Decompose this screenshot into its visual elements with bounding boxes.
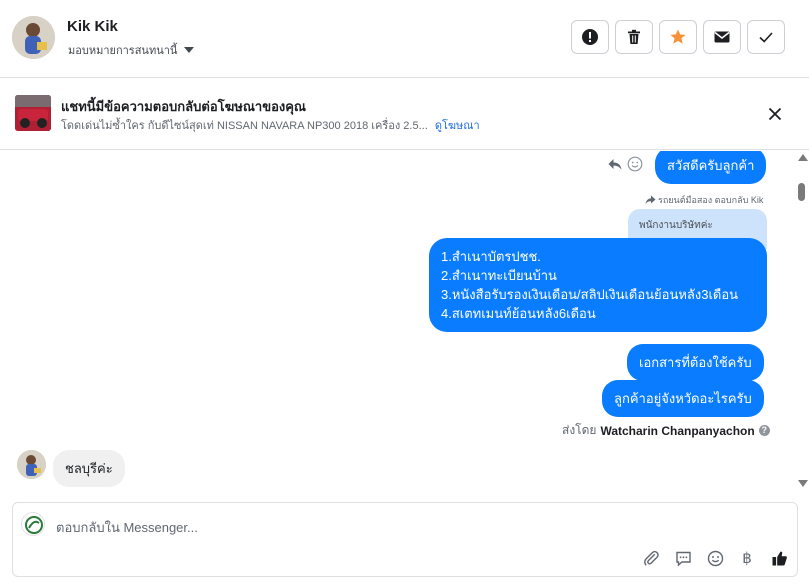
thumbs-up-icon [772, 551, 787, 565]
trash-icon [628, 29, 640, 44]
conversation-header: Kik Kik มอบหมายการสนทนานี้ [0, 0, 809, 78]
sent-by-line: ส่งโดย Watcharin Chanpanyachon ? [562, 421, 770, 440]
sender-name: Watcharin Chanpanyachon [600, 423, 755, 438]
ad-banner-title: แชทนี้มีข้อความตอบกลับต่อโฆษณาของคุณ [61, 99, 306, 114]
alert-icon [582, 29, 598, 45]
message-scrollbar[interactable] [795, 151, 809, 493]
star-icon [670, 29, 686, 44]
customer-avatar[interactable] [17, 450, 46, 479]
document-line: 4.สเตทเมนท์ย้อนหลัง6เดือน [441, 306, 596, 321]
help-icon[interactable]: ? [758, 425, 770, 436]
caret-down-icon [184, 47, 195, 53]
payment-button[interactable]: ฿ [735, 547, 759, 569]
mark-spam-button[interactable] [571, 20, 609, 54]
envelope-icon [714, 31, 730, 43]
message-actions [607, 156, 643, 172]
sent-by-label: ส่งโดย [562, 423, 597, 437]
documents-message-bubble[interactable]: 1.สำเนาบัตรปชช. 2.สำเนาทะเบียนบ้าน 3.หนั… [429, 238, 767, 332]
delete-button[interactable] [615, 20, 653, 54]
scroll-up-arrow-icon[interactable] [798, 154, 808, 161]
assign-label: มอบหมายการสนทนานี้ [68, 45, 178, 57]
contact-avatar[interactable] [12, 16, 55, 59]
reply-arrow-icon [645, 195, 656, 204]
star-button[interactable] [659, 20, 697, 54]
scroll-down-arrow-icon[interactable] [798, 480, 808, 487]
message-bubble-greeting[interactable]: สวัสดีครับลูกค้า [655, 151, 767, 184]
document-line: 1.สำเนาบัตรปชช. [441, 249, 541, 264]
message-thread[interactable]: สวัสดีครับลูกค้า รถยนต์มือสอง ตอบกลับ Ki… [0, 151, 809, 493]
ad-thumbnail[interactable] [15, 95, 51, 131]
reply-context-note: รถยนต์มือสอง ตอบกลับ Kik [645, 193, 763, 207]
like-button[interactable] [767, 547, 791, 569]
view-ad-link[interactable]: ดูโฆษณา [435, 120, 480, 132]
message-bubble-customer-reply[interactable]: ชลบุรีค่ะ [53, 450, 125, 487]
message-bubble-province[interactable]: ลูกค้าอยู่จังหวัดอะไรครับ [602, 380, 764, 417]
attach-icon [643, 550, 659, 566]
document-line: 2.สำเนาทะเบียนบ้าน [441, 268, 557, 283]
check-icon [759, 32, 773, 43]
saved-reply-icon [675, 551, 691, 567]
document-line: 3.หนังสือรับรองเงินเดือน/สลิปเงินเดือนย้… [441, 287, 739, 302]
baht-icon: ฿ [742, 549, 752, 567]
message-input[interactable]: ตอบกลับใน Messenger... [56, 517, 656, 538]
ad-description: โดดเด่นไม่ซ้ำใคร กับดีไซน์สุดเท่ NISSAN … [61, 120, 428, 132]
emoji-icon [707, 550, 723, 566]
contact-name[interactable]: Kik Kik [67, 18, 118, 35]
assign-conversation-dropdown[interactable]: มอบหมายการสนทนานี้ [68, 41, 195, 59]
saved-replies-button[interactable] [671, 547, 695, 569]
close-icon [768, 107, 782, 121]
close-banner-button[interactable] [764, 103, 786, 125]
attach-button[interactable] [639, 547, 663, 569]
ad-banner-subtitle: โดดเด่นไม่ซ้ำใคร กับดีไซน์สุดเท่ NISSAN … [61, 116, 480, 134]
composer-toolbar: ฿ [639, 547, 791, 569]
reply-composer: ตอบกลับใน Messenger... ฿ [12, 502, 798, 577]
reply-icon[interactable] [607, 156, 623, 172]
reply-context-text: รถยนต์มือสอง ตอบกลับ Kik [658, 195, 764, 205]
message-bubble-docs-needed[interactable]: เอกสารที่ต้องใช้ครับ [627, 344, 764, 381]
ad-reply-banner: แชทนี้มีข้อความตอบกลับต่อโฆษณาของคุณ โดด… [0, 78, 809, 150]
mark-unread-button[interactable] [703, 20, 741, 54]
scrollbar-thumb[interactable] [798, 183, 805, 201]
emoji-button[interactable] [703, 547, 727, 569]
mark-done-button[interactable] [747, 20, 785, 54]
page-avatar [21, 512, 45, 536]
header-actions [571, 20, 785, 54]
emoji-reaction-icon[interactable] [627, 156, 643, 172]
